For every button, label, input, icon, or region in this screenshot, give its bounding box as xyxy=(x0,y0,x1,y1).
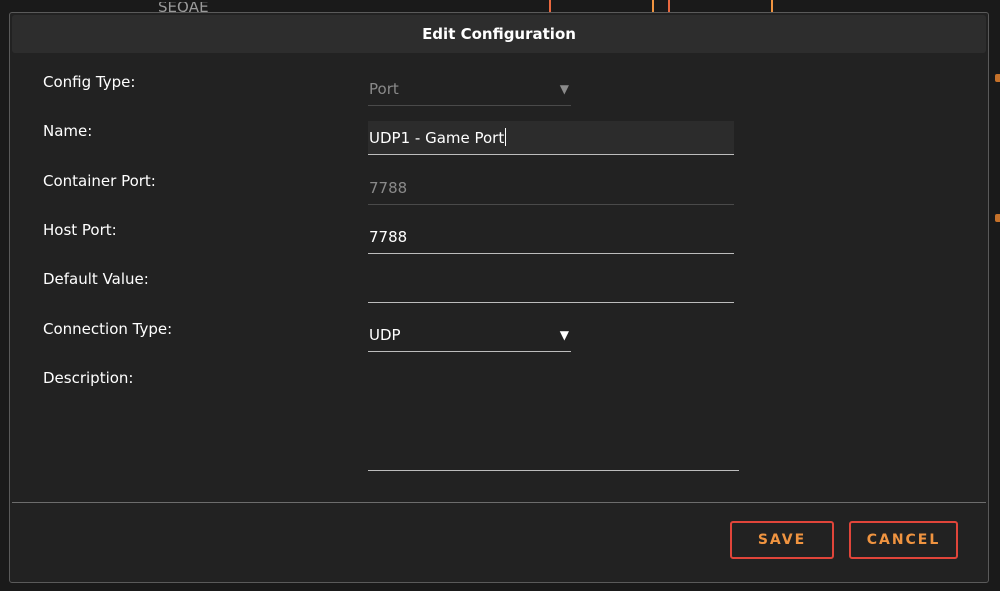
host-port-label: Host Port: xyxy=(43,221,117,239)
edit-configuration-dialog: Edit Configuration Config Type: Port ▼ N… xyxy=(9,12,989,583)
text-cursor xyxy=(505,128,507,146)
host-port-input[interactable]: 7788 xyxy=(368,220,734,254)
footer-divider xyxy=(12,502,986,503)
connection-type-label: Connection Type: xyxy=(43,320,173,338)
name-label: Name: xyxy=(43,122,93,140)
dialog-header: Edit Configuration xyxy=(12,15,986,53)
cancel-button[interactable]: CANCEL xyxy=(849,521,958,559)
config-type-label: Config Type: xyxy=(43,73,136,91)
name-input[interactable]: UDP1 - Game Port xyxy=(368,121,734,155)
default-value-input[interactable] xyxy=(368,269,734,303)
connection-type-select[interactable]: UDP ▼ xyxy=(368,318,571,352)
host-port-value: 7788 xyxy=(369,228,408,246)
name-input-value: UDP1 - Game Port xyxy=(369,129,505,147)
background-accent-mark xyxy=(995,214,1000,222)
dialog-title: Edit Configuration xyxy=(422,25,576,43)
container-port-label: Container Port: xyxy=(43,172,156,190)
background-text: SEQAE xyxy=(158,2,209,12)
background-accent-line xyxy=(549,0,551,12)
connection-type-value: UDP xyxy=(369,326,401,344)
caret-down-icon: ▼ xyxy=(559,82,569,96)
background-accent-line xyxy=(652,0,654,12)
background-accent-line xyxy=(771,0,773,12)
container-port-input[interactable]: 7788 xyxy=(368,171,734,205)
background-accent-mark xyxy=(995,74,1000,82)
save-button[interactable]: SAVE xyxy=(730,521,834,559)
background-accent-line xyxy=(668,0,670,12)
caret-down-icon: ▼ xyxy=(559,328,569,342)
description-textarea[interactable] xyxy=(368,363,739,471)
default-value-label: Default Value: xyxy=(43,270,149,288)
container-port-value: 7788 xyxy=(369,179,408,197)
description-label: Description: xyxy=(43,369,134,387)
config-type-select[interactable]: Port ▼ xyxy=(368,72,571,106)
config-type-value: Port xyxy=(369,80,399,98)
